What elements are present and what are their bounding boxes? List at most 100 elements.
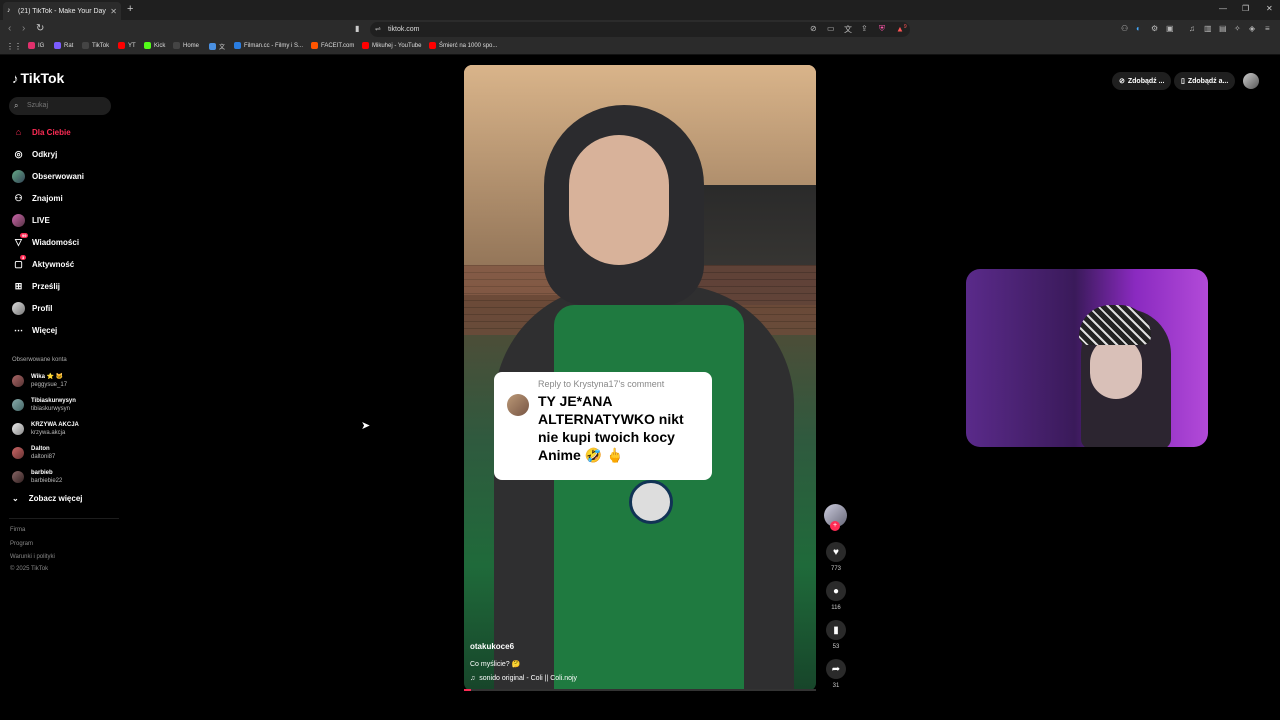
avatar — [507, 394, 529, 416]
video-username[interactable]: otakukoce6 — [470, 642, 514, 651]
mouse-cursor-icon: ➤ — [361, 420, 371, 432]
sidebar-item-profile[interactable]: Profil — [12, 301, 52, 315]
bookmark-item[interactable]: 文 — [209, 42, 225, 51]
music-icon[interactable]: ♫ — [1189, 24, 1195, 33]
rewards-icon[interactable]: ▲9 — [896, 24, 907, 34]
follow-plus-icon[interactable]: + — [830, 521, 840, 531]
bookmark-page-icon[interactable]: ▮ — [355, 24, 359, 33]
tiktok-icon: ♪ — [12, 70, 19, 86]
bookmark-item[interactable]: Filman.cc - Filmy i S... — [234, 42, 303, 49]
bookmark-item[interactable]: Kick — [144, 42, 165, 49]
like-button[interactable]: ♥ 773 — [825, 542, 847, 572]
sidebar-item-explore[interactable]: ◎ Odkryj — [12, 147, 58, 161]
bookmark-item[interactable]: Rat — [54, 42, 73, 49]
divider — [9, 518, 119, 519]
sidebar-item-live[interactable]: LIVE — [12, 213, 50, 227]
creator-avatar[interactable]: + — [824, 504, 847, 531]
bookmark-item[interactable]: Home — [173, 42, 199, 49]
vpn-icon[interactable]: ◈ — [1249, 24, 1255, 33]
followed-account[interactable]: barbieb barbiebie22 — [12, 467, 62, 487]
save-count: 53 — [832, 644, 840, 650]
followed-account[interactable]: Dalton daltoni87 — [12, 443, 55, 463]
comment-button[interactable]: ● 116 — [825, 581, 847, 611]
see-more-button[interactable]: ⌄ Zobacz więcej — [12, 494, 83, 503]
tiktok-logo[interactable]: ♪ TikTok — [12, 70, 64, 86]
reply-comment-sticker: Reply to Krystyna17's comment TY JE*ANA … — [494, 372, 712, 480]
media-icon[interactable]: ⊘ — [810, 24, 817, 33]
video-music[interactable]: ♫ sonido original - Coli || Coli.nojy — [470, 675, 577, 682]
bookmark-item[interactable]: Śmierć na 1000 spo... — [429, 42, 497, 49]
sidebar-item-upload[interactable]: ⊞ Prześlij — [12, 279, 60, 293]
translate-bookmark-icon — [209, 43, 216, 50]
reply-text: TY JE*ANA ALTERNATYWKO nikt nie kupi two… — [538, 393, 684, 463]
live-avatar-icon — [12, 213, 25, 227]
comment-icon: ● — [826, 581, 846, 601]
like-count: 773 — [830, 566, 841, 572]
friends-icon: ⚇ — [14, 192, 23, 203]
apps-icon[interactable]: ⋮⋮ — [6, 42, 22, 51]
get-app-button[interactable]: ▯ Zdobądź a... — [1174, 72, 1236, 90]
bookmark-item[interactable]: YT — [118, 42, 136, 49]
logo-text: TikTok — [20, 70, 65, 86]
new-tab-button[interactable]: + — [127, 3, 133, 15]
close-window-icon[interactable]: ✕ — [1266, 4, 1273, 13]
avatar — [12, 423, 24, 435]
reload-icon[interactable]: ↻ — [36, 23, 44, 34]
close-tab-icon[interactable]: ✕ — [110, 7, 117, 16]
shield-icon[interactable]: ⛨ — [879, 24, 885, 34]
get-coins-button[interactable]: ⊘ Zdobądź ... — [1112, 72, 1172, 90]
followed-accounts-title: Obserwowane konta — [12, 357, 67, 363]
url-text: tiktok.com — [388, 26, 420, 33]
followed-account[interactable]: Wika ⭐ 🐱 peggysue_17 — [12, 371, 67, 391]
menu-icon[interactable]: ≡ — [1265, 24, 1270, 33]
share-icon[interactable]: ⇪ — [861, 24, 868, 33]
bookmark-item[interactable]: TikTok — [82, 42, 109, 49]
minimize-icon[interactable]: — — [1219, 4, 1227, 13]
bookmark-item[interactable]: IG — [28, 42, 44, 49]
bookmark-item[interactable]: Mikuhej - YouTube — [362, 42, 421, 49]
extension-icon-2[interactable]: ◐ — [1136, 24, 1141, 33]
site-info-icon[interactable]: ⇌ — [375, 22, 381, 37]
video-progress-bar[interactable] — [464, 689, 816, 691]
youtube-icon — [429, 42, 436, 49]
webcam-face — [1090, 337, 1142, 399]
followed-account[interactable]: Tibiaskurwysyn tibiaskurwysyn — [12, 395, 76, 415]
save-button[interactable]: ▮ 53 — [825, 620, 847, 650]
translate-icon[interactable]: 文 — [844, 24, 852, 35]
share-button[interactable]: ➦ 31 — [825, 659, 847, 689]
tiktok-icon: ♪ — [7, 7, 11, 14]
browser-tab[interactable]: ♪ (21) TikTok - Make Your Day ✕ — [3, 2, 121, 20]
wallet-icon[interactable]: ▤ — [1219, 24, 1227, 33]
extension-icon-3[interactable]: ⚙ — [1151, 24, 1158, 33]
footer-link-company[interactable]: Firma — [10, 527, 25, 533]
sidebar-item-activity[interactable]: ▢ 3 Aktywność — [12, 254, 74, 271]
sidebar-item-more[interactable]: ⋯ Więcej — [12, 323, 57, 337]
x-icon — [173, 42, 180, 49]
extension-icon-1[interactable]: ⚇ — [1121, 24, 1128, 33]
messages-icon: ▽ 99 — [15, 232, 29, 247]
phone-icon: ▯ — [1181, 78, 1185, 85]
messages-badge: 99 — [20, 232, 29, 238]
sidebar-item-for-you[interactable]: ⌂ Dla Ciebie — [12, 125, 71, 139]
sidebar-item-following[interactable]: Obserwowani — [12, 169, 84, 183]
followed-account[interactable]: KRZYWA AKCJA krzywa.akcja — [12, 419, 79, 439]
sidebar-item-friends[interactable]: ⚇ Znajomi — [12, 191, 62, 205]
sidebar-toggle-icon[interactable]: ▥ — [1204, 24, 1212, 33]
footer-link-terms[interactable]: Warunki i polityki — [10, 554, 55, 560]
activity-icon: ▢ 3 — [14, 254, 27, 269]
share-arrow-icon: ➦ — [826, 659, 846, 679]
youtube-icon — [118, 42, 125, 49]
forward-icon[interactable]: › — [22, 23, 25, 34]
leo-icon[interactable]: ✧ — [1234, 24, 1241, 33]
share-count: 31 — [832, 683, 840, 689]
extension-icon-4[interactable]: ▣ — [1166, 24, 1174, 33]
cast-icon[interactable]: ▭ — [827, 24, 835, 33]
back-icon[interactable]: ‹ — [8, 23, 11, 34]
search-input[interactable]: ⌕ Szukaj — [9, 97, 111, 115]
user-avatar[interactable] — [1243, 73, 1259, 89]
bookmark-item[interactable]: FACEIT.com — [311, 42, 354, 49]
restore-icon[interactable]: ❐ — [1242, 4, 1249, 13]
sidebar-item-messages[interactable]: ▽ 99 Wiadomości — [12, 232, 79, 249]
footer-link-program[interactable]: Program — [10, 541, 33, 547]
more-icon: ⋯ — [14, 324, 23, 335]
